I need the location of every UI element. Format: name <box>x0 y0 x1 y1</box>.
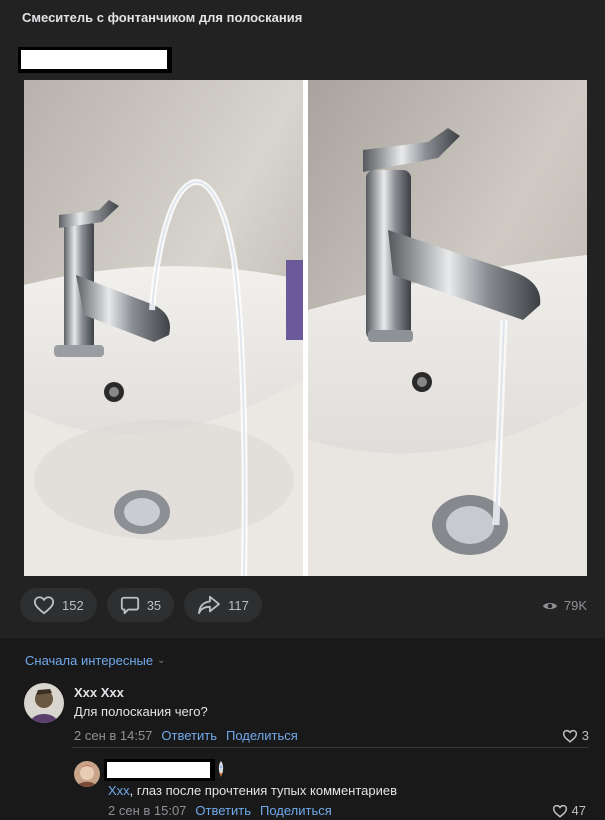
like-button[interactable]: 152 <box>20 588 97 622</box>
photo-faucet-down[interactable] <box>308 80 587 576</box>
avatar[interactable] <box>74 761 100 787</box>
post-title: Смеситель с фонтанчиком для полоскания <box>22 10 303 25</box>
share-link[interactable]: Поделиться <box>260 803 332 818</box>
view-count: 79K <box>563 598 587 613</box>
post-actions: 152 35 117 <box>20 588 262 624</box>
comment-like-count: 3 <box>581 728 589 743</box>
comment-time[interactable]: 2 сен в 15:07 <box>108 803 186 818</box>
reply-comment: Xxx, глаз после прочтения тупых коммента… <box>74 759 589 819</box>
rocket-icon <box>218 761 224 777</box>
reply-link[interactable]: Ответить <box>161 728 217 743</box>
view-counter: 79K <box>542 598 587 613</box>
redacted-author <box>104 759 215 781</box>
comment-button[interactable]: 35 <box>106 588 175 622</box>
post-card: Смеситель с фонтанчиком для полоскания 1… <box>0 0 605 638</box>
share-link[interactable]: Поделиться <box>226 728 298 743</box>
comment-author[interactable]: Xxx Xxx <box>74 685 124 700</box>
avatar[interactable] <box>24 683 64 723</box>
heart-icon <box>33 596 55 615</box>
photo-faucet-arc[interactable] <box>24 80 303 576</box>
share-arrow-icon <box>198 595 221 615</box>
comment-text: Xxx, глаз после прочтения тупых коммента… <box>108 783 397 798</box>
comment-like-button[interactable]: 3 <box>562 728 589 743</box>
eye-icon <box>542 602 557 609</box>
photo-grid <box>24 80 587 576</box>
comment-meta: 2 сен в 15:07 Ответить Поделиться <box>108 803 332 818</box>
comment-time[interactable]: 2 сен в 14:57 <box>74 728 152 743</box>
redacted-caption <box>18 47 172 73</box>
share-button[interactable]: 117 <box>184 588 262 622</box>
heart-icon <box>552 804 567 818</box>
comment: Xxx Xxx Для полоскания чего? 2 сен в 14:… <box>24 683 589 753</box>
sort-label: Сначала интересные <box>25 653 154 668</box>
heart-icon <box>562 729 577 743</box>
comment-count: 35 <box>146 597 162 613</box>
comment-like-count: 47 <box>571 803 586 818</box>
comment-meta: 2 сен в 14:57 Ответить Поделиться <box>74 728 298 743</box>
like-count: 152 <box>62 597 84 613</box>
comment-like-button[interactable]: 47 <box>552 803 586 818</box>
comment-icon <box>120 596 139 615</box>
comment-text: Для полоскания чего? <box>74 704 208 719</box>
divider <box>72 747 589 748</box>
share-count: 117 <box>228 597 249 613</box>
comments-sort-dropdown[interactable]: Сначала интересные ⌄ <box>25 653 166 668</box>
reply-text: , глаз после прочтения тупых комментарие… <box>129 783 398 798</box>
mention-link[interactable]: Xxx <box>108 783 130 798</box>
chevron-down-icon: ⌄ <box>157 655 166 666</box>
reply-link[interactable]: Ответить <box>195 803 251 818</box>
